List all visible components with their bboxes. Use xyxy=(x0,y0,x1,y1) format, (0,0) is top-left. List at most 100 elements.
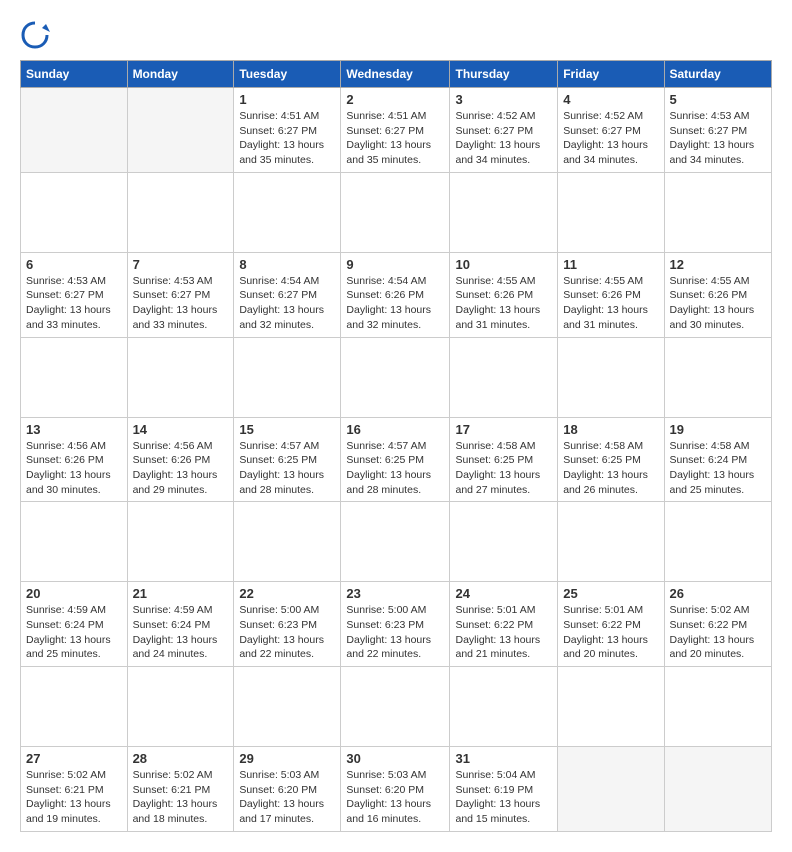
day-number: 17 xyxy=(455,422,552,437)
calendar-header-row: SundayMondayTuesdayWednesdayThursdayFrid… xyxy=(21,61,772,88)
day-info: Sunrise: 4:58 AMSunset: 6:25 PMDaylight:… xyxy=(563,439,658,498)
calendar-cell: 20 Sunrise: 4:59 AMSunset: 6:24 PMDayligh… xyxy=(21,582,128,667)
day-number: 16 xyxy=(346,422,444,437)
calendar-cell xyxy=(664,747,772,832)
day-info: Sunrise: 4:53 AMSunset: 6:27 PMDaylight:… xyxy=(670,109,767,168)
calendar-cell: 14 Sunrise: 4:56 AMSunset: 6:26 PMDayligh… xyxy=(127,417,234,502)
calendar-cell: 9 Sunrise: 4:54 AMSunset: 6:26 PMDaylight… xyxy=(341,252,450,337)
calendar-cell: 26Sunrise: 5:02 AMSunset: 6:22 PMDayligh… xyxy=(664,582,772,667)
separator-cell xyxy=(127,172,234,252)
day-info: Sunrise: 4:56 AMSunset: 6:26 PMDaylight:… xyxy=(133,439,229,498)
day-info: Sunrise: 5:01 AMSunset: 6:22 PMDaylight:… xyxy=(455,603,552,662)
day-info: Sunrise: 5:04 AMSunset: 6:19 PMDaylight:… xyxy=(455,768,552,827)
week-separator xyxy=(21,667,772,747)
calendar-cell: 1Sunrise: 4:51 AMSunset: 6:27 PMDaylight… xyxy=(234,88,341,173)
day-header-tuesday: Tuesday xyxy=(234,61,341,88)
day-number: 22 xyxy=(239,586,335,601)
day-info: Sunrise: 4:57 AMSunset: 6:25 PMDaylight:… xyxy=(346,439,444,498)
day-info: Sunrise: 5:02 AMSunset: 6:21 PMDaylight:… xyxy=(133,768,229,827)
day-number: 28 xyxy=(133,751,229,766)
calendar-cell: 10Sunrise: 4:55 AMSunset: 6:26 PMDayligh… xyxy=(450,252,558,337)
day-number: 27 xyxy=(26,751,122,766)
page-header xyxy=(20,20,772,50)
day-info: Sunrise: 5:00 AMSunset: 6:23 PMDaylight:… xyxy=(239,603,335,662)
day-info: Sunrise: 4:58 AMSunset: 6:24 PMDaylight:… xyxy=(670,439,767,498)
separator-cell xyxy=(234,337,341,417)
day-number: 25 xyxy=(563,586,658,601)
day-number: 6 xyxy=(26,257,122,272)
day-header-sunday: Sunday xyxy=(21,61,128,88)
day-header-saturday: Saturday xyxy=(664,61,772,88)
calendar-cell: 7Sunrise: 4:53 AMSunset: 6:27 PMDaylight… xyxy=(127,252,234,337)
day-info: Sunrise: 4:54 AMSunset: 6:27 PMDaylight:… xyxy=(239,274,335,333)
day-info: Sunrise: 4:59 AMSunset: 6:24 PMDaylight:… xyxy=(26,603,122,662)
day-info: Sunrise: 4:55 AMSunset: 6:26 PMDaylight:… xyxy=(670,274,767,333)
day-number: 20 xyxy=(26,586,122,601)
day-number: 5 xyxy=(670,92,767,107)
separator-cell xyxy=(450,502,558,582)
day-info: Sunrise: 4:55 AMSunset: 6:26 PMDaylight:… xyxy=(455,274,552,333)
separator-cell xyxy=(21,667,128,747)
day-info: Sunrise: 4:58 AMSunset: 6:25 PMDaylight:… xyxy=(455,439,552,498)
separator-cell xyxy=(234,172,341,252)
calendar-cell: 15Sunrise: 4:57 AMSunset: 6:25 PMDayligh… xyxy=(234,417,341,502)
separator-cell xyxy=(341,667,450,747)
separator-cell xyxy=(341,337,450,417)
day-number: 9 xyxy=(346,257,444,272)
day-number: 4 xyxy=(563,92,658,107)
calendar-week-4: 20 Sunrise: 4:59 AMSunset: 6:24 PMDayligh… xyxy=(21,582,772,667)
day-number: 8 xyxy=(239,257,335,272)
calendar-cell: 19Sunrise: 4:58 AMSunset: 6:24 PMDayligh… xyxy=(664,417,772,502)
separator-cell xyxy=(450,667,558,747)
day-info: Sunrise: 4:52 AMSunset: 6:27 PMDaylight:… xyxy=(563,109,658,168)
logo-icon xyxy=(20,20,50,50)
separator-cell xyxy=(664,337,772,417)
calendar-cell: 29Sunrise: 5:03 AMSunset: 6:20 PMDayligh… xyxy=(234,747,341,832)
calendar-table: SundayMondayTuesdayWednesdayThursdayFrid… xyxy=(20,60,772,832)
day-number: 13 xyxy=(26,422,122,437)
calendar-cell: 24Sunrise: 5:01 AMSunset: 6:22 PMDayligh… xyxy=(450,582,558,667)
day-info: Sunrise: 4:52 AMSunset: 6:27 PMDaylight:… xyxy=(455,109,552,168)
calendar-cell xyxy=(21,88,128,173)
separator-cell xyxy=(558,172,664,252)
calendar-cell: 17 Sunrise: 4:58 AMSunset: 6:25 PMDayligh… xyxy=(450,417,558,502)
day-number: 2 xyxy=(346,92,444,107)
day-info: Sunrise: 4:54 AMSunset: 6:26 PMDaylight:… xyxy=(346,274,444,333)
day-header-monday: Monday xyxy=(127,61,234,88)
separator-cell xyxy=(341,502,450,582)
day-info: Sunrise: 4:51 AMSunset: 6:27 PMDaylight:… xyxy=(239,109,335,168)
day-number: 15 xyxy=(239,422,335,437)
calendar-cell: 31 Sunrise: 5:04 AMSunset: 6:19 PMDayligh… xyxy=(450,747,558,832)
day-number: 30 xyxy=(346,751,444,766)
calendar-week-2: 6Sunrise: 4:53 AMSunset: 6:27 PMDaylight… xyxy=(21,252,772,337)
day-number: 11 xyxy=(563,257,658,272)
calendar-cell: 3 Sunrise: 4:52 AMSunset: 6:27 PMDaylight… xyxy=(450,88,558,173)
calendar-cell: 4 Sunrise: 4:52 AMSunset: 6:27 PMDaylight… xyxy=(558,88,664,173)
day-info: Sunrise: 4:59 AMSunset: 6:24 PMDaylight:… xyxy=(133,603,229,662)
day-number: 3 xyxy=(455,92,552,107)
calendar-week-3: 13 Sunrise: 4:56 AMSunset: 6:26 PMDayligh… xyxy=(21,417,772,502)
separator-cell xyxy=(127,337,234,417)
calendar-cell: 22 Sunrise: 5:00 AMSunset: 6:23 PMDayligh… xyxy=(234,582,341,667)
calendar-cell: 16 Sunrise: 4:57 AMSunset: 6:25 PMDayligh… xyxy=(341,417,450,502)
day-info: Sunrise: 4:51 AMSunset: 6:27 PMDaylight:… xyxy=(346,109,444,168)
calendar-cell: 12 Sunrise: 4:55 AMSunset: 6:26 PMDayligh… xyxy=(664,252,772,337)
logo xyxy=(20,20,55,50)
calendar-cell: 28 Sunrise: 5:02 AMSunset: 6:21 PMDayligh… xyxy=(127,747,234,832)
calendar-cell: 30Sunrise: 5:03 AMSunset: 6:20 PMDayligh… xyxy=(341,747,450,832)
day-info: Sunrise: 5:02 AMSunset: 6:22 PMDaylight:… xyxy=(670,603,767,662)
calendar-cell: 27Sunrise: 5:02 AMSunset: 6:21 PMDayligh… xyxy=(21,747,128,832)
day-number: 12 xyxy=(670,257,767,272)
calendar-week-5: 27 Sunrise: 5:02 AMSunset: 6:21 PMDayligh… xyxy=(21,747,772,832)
day-number: 31 xyxy=(455,751,552,766)
separator-cell xyxy=(450,172,558,252)
calendar-cell xyxy=(558,747,664,832)
day-number: 14 xyxy=(133,422,229,437)
day-number: 21 xyxy=(133,586,229,601)
calendar-cell: 11Sunrise: 4:55 AMSunset: 6:26 PMDayligh… xyxy=(558,252,664,337)
separator-cell xyxy=(21,172,128,252)
day-info: Sunrise: 5:00 AMSunset: 6:23 PMDaylight:… xyxy=(346,603,444,662)
day-header-thursday: Thursday xyxy=(450,61,558,88)
day-number: 23 xyxy=(346,586,444,601)
calendar-cell: 18Sunrise: 4:58 AMSunset: 6:25 PMDayligh… xyxy=(558,417,664,502)
